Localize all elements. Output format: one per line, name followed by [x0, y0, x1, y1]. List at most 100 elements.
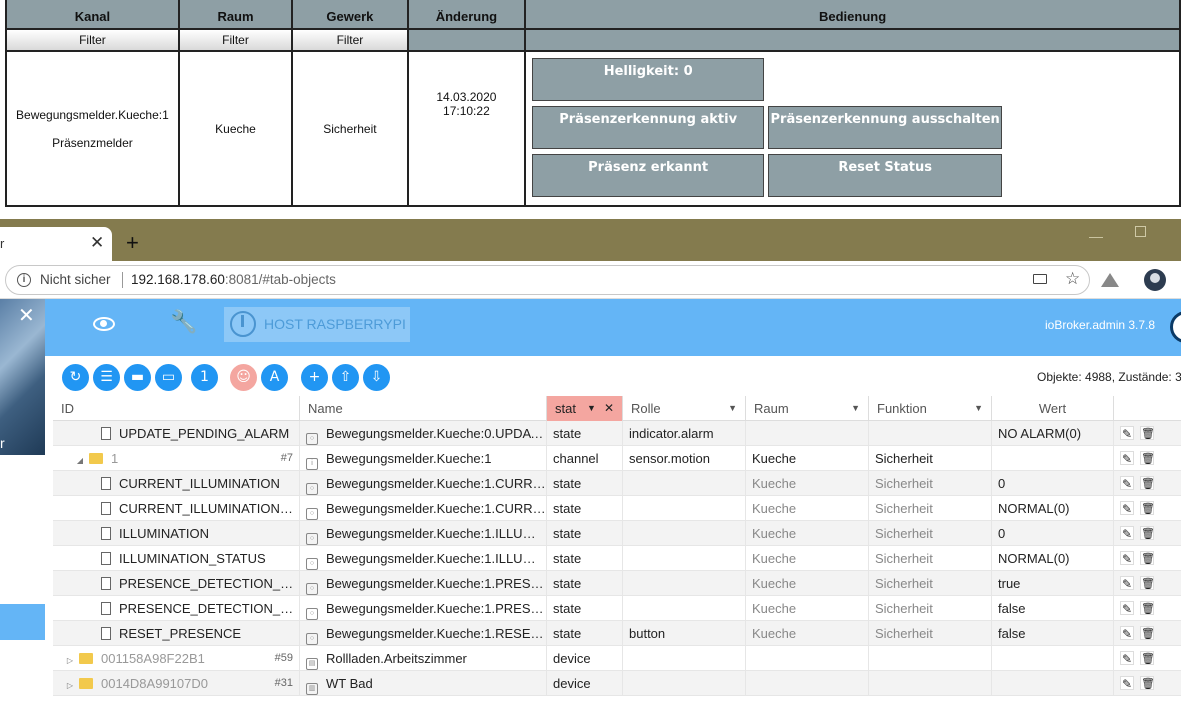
level-one-icon[interactable]: 1: [191, 364, 218, 391]
cast-icon[interactable]: [1033, 274, 1047, 284]
state-icon: ○: [306, 633, 318, 645]
tab-close-icon[interactable]: ✕: [90, 233, 104, 253]
trash-icon[interactable]: 🗑: [1140, 526, 1155, 540]
header-kanal[interactable]: Kanal: [5, 0, 180, 30]
row-value[interactable]: NO ALARM(0): [992, 421, 1114, 446]
add-object-icon[interactable]: +: [301, 364, 328, 391]
bookmark-star-icon[interactable]: ☆: [1065, 269, 1080, 289]
reset-status-button[interactable]: Reset Status: [768, 154, 1003, 197]
omnibox[interactable]: i Nicht sicher 192.168.178.60:8081/#tab-…: [5, 265, 1090, 295]
edit-icon[interactable]: ✎: [1120, 651, 1134, 666]
column-type[interactable]: stat ▼ ✕: [547, 396, 623, 421]
minimize-icon[interactable]: —: [1089, 228, 1103, 244]
filter-raum[interactable]: Filter: [177, 28, 294, 52]
row-value[interactable]: true: [992, 571, 1114, 596]
maximize-icon[interactable]: [1135, 226, 1146, 237]
download-icon[interactable]: ⇩: [363, 364, 390, 391]
edit-icon[interactable]: ✎: [1120, 451, 1134, 466]
trash-icon[interactable]: 🗑: [1140, 626, 1155, 640]
table-row[interactable]: UPDATE_PENDING_ALARM ○ Bewegungsmelder.Ku…: [53, 421, 1181, 446]
profile-avatar-icon[interactable]: [1144, 269, 1166, 291]
trash-icon[interactable]: 🗑: [1140, 576, 1155, 590]
presence-off-button[interactable]: Präsenzerkennung ausschalten: [768, 106, 1003, 149]
wrench-icon[interactable]: 🔧: [170, 309, 197, 335]
drawer-item-active[interactable]: [0, 604, 45, 640]
edit-icon[interactable]: ✎: [1120, 501, 1134, 516]
info-icon[interactable]: i: [17, 273, 31, 287]
trash-icon[interactable]: 🗑: [1140, 451, 1155, 465]
refresh-icon[interactable]: ↻: [62, 364, 89, 391]
edit-icon[interactable]: ✎: [1120, 626, 1134, 641]
row-value[interactable]: [992, 671, 1114, 696]
browser-tab[interactable]: r ✕: [0, 227, 112, 261]
trash-icon[interactable]: 🗑: [1140, 601, 1155, 615]
folder-collapse-icon[interactable]: ▬: [124, 364, 151, 391]
brightness-button[interactable]: Helligkeit: 0: [532, 58, 765, 101]
row-value[interactable]: 0: [992, 471, 1114, 496]
row-value[interactable]: 0: [992, 521, 1114, 546]
table-row[interactable]: PRESENCE_DETECTION_ACTIVE ○ Bewegungsmeld…: [53, 571, 1181, 596]
column-room[interactable]: Raum ▼: [746, 396, 869, 421]
table-row[interactable]: ILLUMINATION ○ Bewegungsmelder.Kueche:1.I…: [53, 521, 1181, 546]
folder-expand-icon[interactable]: ▭: [155, 364, 182, 391]
row-value[interactable]: false: [992, 596, 1114, 621]
edit-icon[interactable]: ✎: [1120, 551, 1134, 566]
url-text[interactable]: 192.168.178.60:8081/#tab-objects: [131, 272, 336, 287]
clear-filter-icon[interactable]: ✕: [604, 396, 614, 421]
row-value[interactable]: false: [992, 621, 1114, 646]
sort-az-icon[interactable]: A: [261, 364, 288, 391]
table-row[interactable]: PRESENCE_DETECTION_STATE ○ Bewegungsmelde…: [53, 596, 1181, 621]
table-row[interactable]: CURRENT_ILLUMINATION ○ Bewegungsmelder.Ku…: [53, 471, 1181, 496]
expert-mode-icon[interactable]: ☺: [230, 364, 257, 391]
header-raum[interactable]: Raum: [177, 0, 294, 30]
presence-detected-button[interactable]: Präsenz erkannt: [532, 154, 765, 197]
upload-icon[interactable]: ⇧: [332, 364, 359, 391]
dropdown-icon[interactable]: ▼: [974, 396, 983, 421]
filter-gewerk[interactable]: Filter: [291, 28, 409, 52]
dropdown-icon[interactable]: ▼: [851, 396, 860, 421]
column-id[interactable]: ID: [53, 396, 300, 421]
column-value[interactable]: Wert: [992, 396, 1114, 421]
header-gewerk[interactable]: Gewerk: [291, 0, 409, 30]
table-row[interactable]: RESET_PRESENCE ○ Bewegungsmelder.Kueche:1…: [53, 621, 1181, 646]
column-name[interactable]: Name: [300, 396, 547, 421]
edit-icon[interactable]: ✎: [1120, 576, 1134, 591]
edit-icon[interactable]: ✎: [1120, 476, 1134, 491]
row-value[interactable]: NORMAL(0): [992, 496, 1114, 521]
trash-icon[interactable]: 🗑: [1140, 651, 1155, 665]
list-view-icon[interactable]: ☰: [93, 364, 120, 391]
edit-icon[interactable]: ✎: [1120, 526, 1134, 541]
expand-toggle-icon[interactable]: ▷: [61, 673, 79, 696]
table-row[interactable]: ILLUMINATION_STATUS ○ Bewegungsmelder.Kue…: [53, 546, 1181, 571]
table-row[interactable]: CURRENT_ILLUMINATION_STATUS ○ Bewegungsme…: [53, 496, 1181, 521]
sort-down-icon[interactable]: ▼: [587, 396, 596, 421]
host-selector[interactable]: HOST RASPBERRYPI: [224, 307, 410, 342]
eye-icon[interactable]: [93, 317, 115, 331]
row-value[interactable]: [992, 646, 1114, 671]
column-role[interactable]: Rolle ▼: [623, 396, 746, 421]
trash-icon[interactable]: 🗑: [1140, 551, 1155, 565]
security-label[interactable]: Nicht sicher: [40, 272, 111, 287]
table-row[interactable]: ▷ 001158A98F22B1 #59 ▤ Rollladen.Arbeitszim…: [53, 646, 1181, 671]
table-row[interactable]: ▷ 0014D8A99107D0 #31 ▥ WT Bad device ✎ 🗑: [53, 671, 1181, 696]
column-function[interactable]: Funktion ▼: [869, 396, 992, 421]
header-aenderung[interactable]: Änderung: [406, 0, 527, 30]
expand-toggle-icon[interactable]: ▷: [61, 648, 79, 671]
table-row[interactable]: ◢ 1 #7 i Bewegungsmelder.Kueche:1 channel s…: [53, 446, 1181, 471]
new-tab-icon[interactable]: +: [126, 232, 139, 254]
trash-icon[interactable]: 🗑: [1140, 501, 1155, 515]
row-value[interactable]: NORMAL(0): [992, 546, 1114, 571]
trash-icon[interactable]: 🗑: [1140, 426, 1155, 440]
presence-active-button[interactable]: Präsenzerkennung aktiv: [532, 106, 765, 149]
edit-icon[interactable]: ✎: [1120, 426, 1134, 441]
edit-icon[interactable]: ✎: [1120, 676, 1134, 691]
row-value[interactable]: [992, 446, 1114, 471]
drive-extension-icon[interactable]: [1101, 273, 1119, 287]
edit-icon[interactable]: ✎: [1120, 601, 1134, 616]
dropdown-icon[interactable]: ▼: [728, 396, 737, 421]
close-icon[interactable]: ✕: [18, 303, 35, 328]
trash-icon[interactable]: 🗑: [1140, 476, 1155, 490]
filter-kanal[interactable]: Filter: [5, 28, 180, 52]
trash-icon[interactable]: 🗑: [1140, 676, 1155, 690]
expand-toggle-icon[interactable]: ◢: [71, 448, 89, 471]
